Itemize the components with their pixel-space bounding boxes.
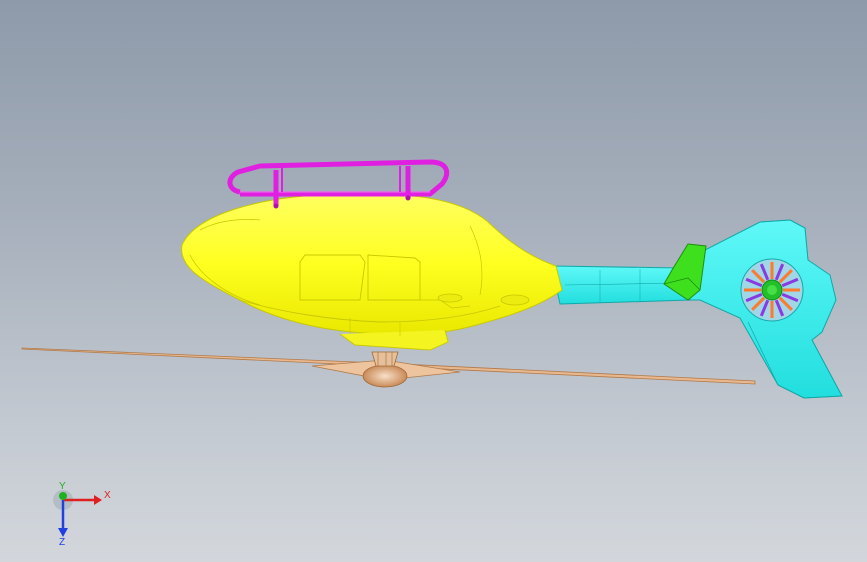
fuselage (181, 193, 563, 351)
graphics-viewport[interactable]: X Y Z (0, 0, 867, 562)
y-axis-label: Y (59, 482, 66, 492)
rotor-mast (371, 351, 399, 367)
helicopter-model[interactable] (0, 0, 867, 562)
x-axis-label: X (104, 490, 111, 501)
rotor-hub (362, 364, 408, 388)
y-axis-dot (59, 492, 67, 500)
main-rotor (21, 347, 756, 388)
z-axis-label: Z (59, 537, 65, 546)
fenestron-fan (740, 258, 804, 322)
coordinate-triad[interactable]: X Y Z (40, 482, 120, 546)
